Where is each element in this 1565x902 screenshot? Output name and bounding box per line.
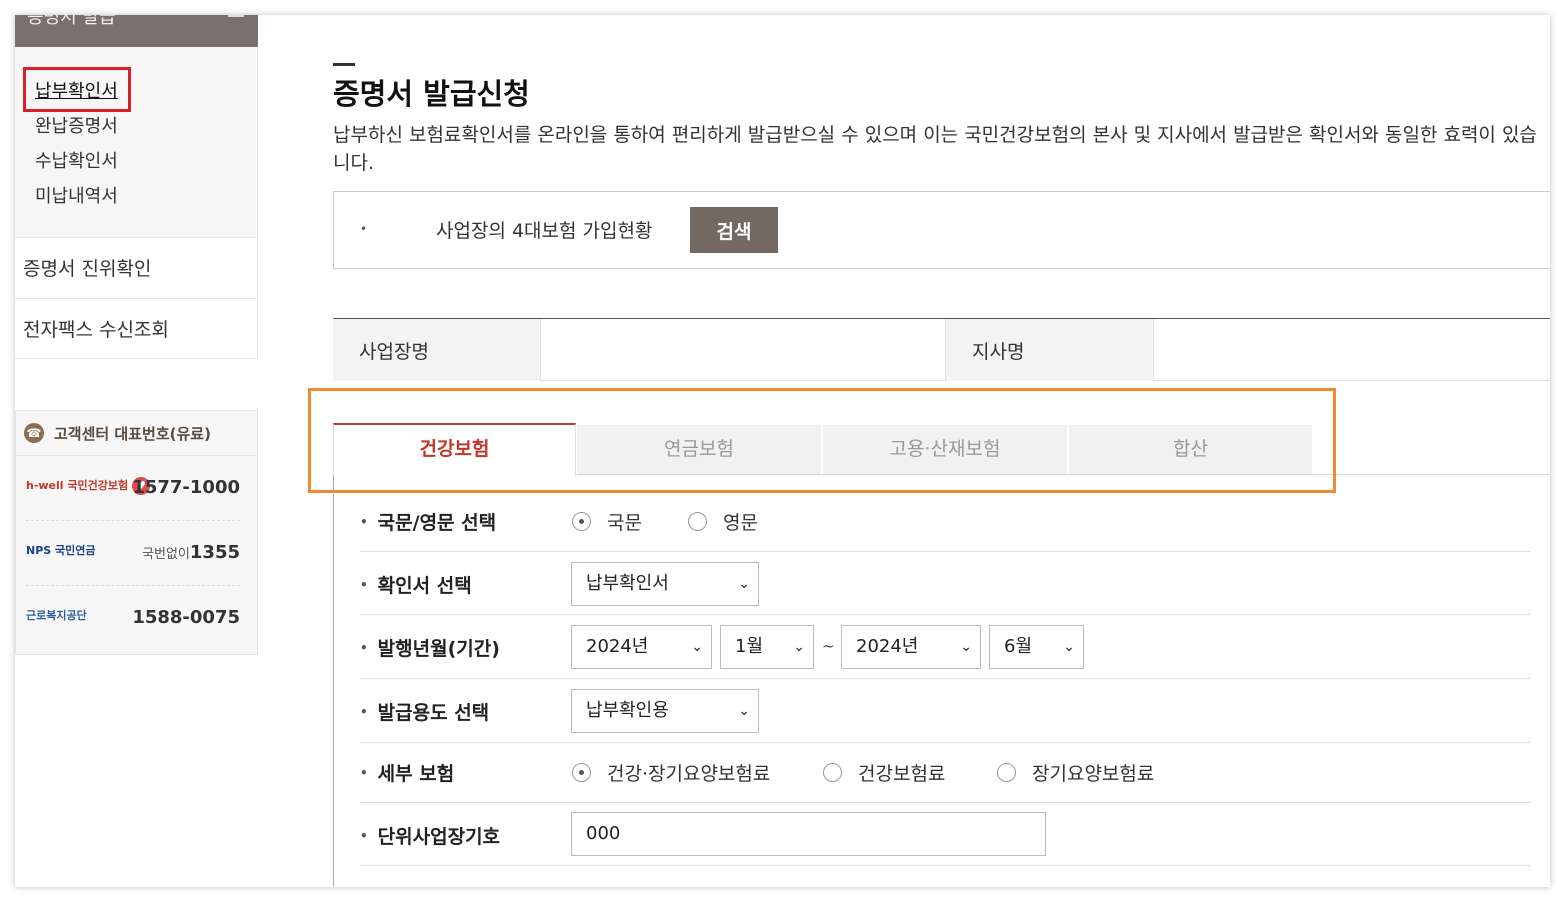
main-content: 증명서 발급신청 납부하신 보험료확인서를 온라인을 통하여 편리하게 발급받으… xyxy=(308,15,1550,887)
to-month-select[interactable]: 6월 ⌄ xyxy=(989,625,1084,669)
sidebar-item-unpaid[interactable]: 미납내역서 xyxy=(35,182,118,208)
sidebar-item-payment-confirmation[interactable]: 납부확인서 xyxy=(35,77,118,103)
phone-number: 1588-0075 xyxy=(132,607,240,628)
select-value: 납부확인용 xyxy=(586,700,669,721)
sidebar-item-verify[interactable]: 증명서 진위확인 xyxy=(15,237,258,298)
sidebar-item-label: 증명서 진위확인 xyxy=(23,258,152,280)
unit-code-label: 단위사업장기호 xyxy=(360,822,500,849)
business-name-header: 사업장명 xyxy=(333,319,540,381)
sidebar-item-receipt[interactable]: 수납확인서 xyxy=(35,147,118,173)
org-name: h-well 국민건강보험 xyxy=(26,479,129,492)
phone-number-value: 1355 xyxy=(189,542,240,563)
app-window: 증명서 발급 납부확인서 완납증명서 수납확인서 미납내역서 증명서 진위확인 … xyxy=(15,15,1550,887)
period-separator: ~ xyxy=(822,637,835,655)
highlight-box xyxy=(308,388,1336,493)
detail-label: 세부 보험 xyxy=(360,759,455,786)
sidebar-submenu: 납부확인서 완납증명서 수납확인서 미납내역서 xyxy=(15,47,258,237)
branch-label: 지사명 xyxy=(972,341,1025,363)
nps-logo: NPS 국민연금 xyxy=(26,544,96,557)
sidebar-header-label: 증명서 발급 xyxy=(27,15,116,28)
chevron-down-icon: ⌄ xyxy=(793,639,805,655)
title-accent xyxy=(333,63,355,66)
customer-center: ☎ 고객센터 대표번호(유료) h-well 국민건강보험 ♥ 1577-1000… xyxy=(15,410,258,655)
branch-value xyxy=(1153,319,1550,381)
select-value: 2024년 xyxy=(586,636,649,657)
form-row-unit-code: 단위사업장기호 000 xyxy=(360,803,1531,866)
radio-korean[interactable]: 국문 xyxy=(572,508,642,535)
from-month-select[interactable]: 1월 ⌄ xyxy=(720,625,814,669)
chevron-down-icon: ⌄ xyxy=(738,576,750,592)
to-year-select[interactable]: 2024년 ⌄ xyxy=(841,625,981,669)
sidebar-item-full-payment[interactable]: 완납증명서 xyxy=(35,112,118,138)
branch-header: 지사명 xyxy=(945,319,1153,381)
search-section: • 사업장의 4대보험 가입현황 검색 xyxy=(333,191,1550,269)
radio-icon xyxy=(823,763,842,782)
business-info-table: 사업장명 지사명 xyxy=(333,318,1550,381)
form-row-detail: 세부 보험 건강·장기요양보험료 건강보험료 장기요양보험료 xyxy=(360,743,1531,803)
search-button[interactable]: 검색 xyxy=(690,207,778,253)
radio-health-longterm[interactable]: 건강·장기요양보험료 xyxy=(572,759,770,786)
business-name-label: 사업장명 xyxy=(359,341,429,363)
form-row-purpose: 발급용도 선택 납부확인용 ⌄ xyxy=(360,679,1531,743)
contact-row: NPS 국민연금 국번없이1355 xyxy=(26,522,240,586)
select-value: 납부확인서 xyxy=(586,573,669,594)
customer-center-header: ☎ 고객센터 대표번호(유료) xyxy=(16,411,257,456)
language-label: 국문/영문 선택 xyxy=(360,508,496,535)
bullet-icon: • xyxy=(360,222,368,236)
period-label: 발행년월(기간) xyxy=(360,634,500,661)
sidebar-header[interactable]: 증명서 발급 xyxy=(15,15,258,47)
select-value: 1월 xyxy=(735,636,764,657)
contact-row: 근로복지공단 1588-0075 xyxy=(26,587,240,651)
chevron-down-icon: ⌄ xyxy=(738,703,750,719)
comwel-logo: 근로복지공단 xyxy=(26,609,87,622)
form-left-border xyxy=(333,475,334,887)
certificate-label: 확인서 선택 xyxy=(360,571,472,598)
form-row-period: 발행년월(기간) 2024년 ⌄ 1월 ⌄ ~ 2024년 ⌄ 6월 ⌄ xyxy=(360,615,1531,679)
chevron-down-icon: ⌄ xyxy=(960,639,972,655)
business-name-value xyxy=(540,319,945,381)
form-row-language: 국문/영문 선택 국문 영문 xyxy=(360,490,1531,552)
radio-label: 건강보험료 xyxy=(858,763,946,785)
radio-longterm[interactable]: 장기요양보험료 xyxy=(997,759,1154,786)
sidebar-item-efax[interactable]: 전자팩스 수신조회 xyxy=(15,298,258,359)
phone-icon: ☎ xyxy=(24,423,44,443)
page-title: 증명서 발급신청 xyxy=(333,77,530,111)
radio-english[interactable]: 영문 xyxy=(688,508,758,535)
search-label: 사업장의 4대보험 가입현황 xyxy=(436,220,653,242)
chevron-down-icon: ⌄ xyxy=(1063,639,1075,655)
chevron-down-icon: ⌄ xyxy=(691,639,703,655)
radio-icon xyxy=(688,512,707,531)
form-row-certificate: 확인서 선택 납부확인서 ⌄ xyxy=(360,552,1531,615)
select-value: 2024년 xyxy=(856,636,919,657)
sidebar-item-label: 전자팩스 수신조회 xyxy=(23,319,169,341)
unit-code-input[interactable]: 000 xyxy=(571,812,1046,856)
contact-row: h-well 국민건강보험 ♥ 1577-1000 xyxy=(26,457,240,521)
select-value: 6월 xyxy=(1004,636,1033,657)
page-description: 납부하신 보험료확인서를 온라인을 통하여 편리하게 발급받으실 수 있으며 이… xyxy=(333,124,1537,174)
purpose-label: 발급용도 선택 xyxy=(360,698,490,725)
certificate-select[interactable]: 납부확인서 ⌄ xyxy=(571,562,759,606)
radio-label: 영문 xyxy=(723,512,758,534)
sidebar: 증명서 발급 납부확인서 완납증명서 수납확인서 미납내역서 증명서 진위확인 … xyxy=(15,15,258,887)
radio-label: 장기요양보험료 xyxy=(1032,763,1155,785)
radio-label: 건강·장기요양보험료 xyxy=(607,763,771,785)
purpose-select[interactable]: 납부확인용 ⌄ xyxy=(571,689,759,733)
customer-center-title: 고객센터 대표번호(유료) xyxy=(54,425,211,443)
radio-icon xyxy=(572,512,591,531)
radio-label: 국문 xyxy=(607,512,642,534)
radio-icon xyxy=(572,763,591,782)
radio-icon xyxy=(997,763,1016,782)
phone-prefix: 국번없이 xyxy=(142,547,190,562)
phone-number: 1577-1000 xyxy=(132,477,240,498)
collapse-icon[interactable] xyxy=(228,15,244,17)
radio-health[interactable]: 건강보험료 xyxy=(823,759,945,786)
from-year-select[interactable]: 2024년 ⌄ xyxy=(571,625,712,669)
phone-number: 국번없이1355 xyxy=(142,542,240,563)
